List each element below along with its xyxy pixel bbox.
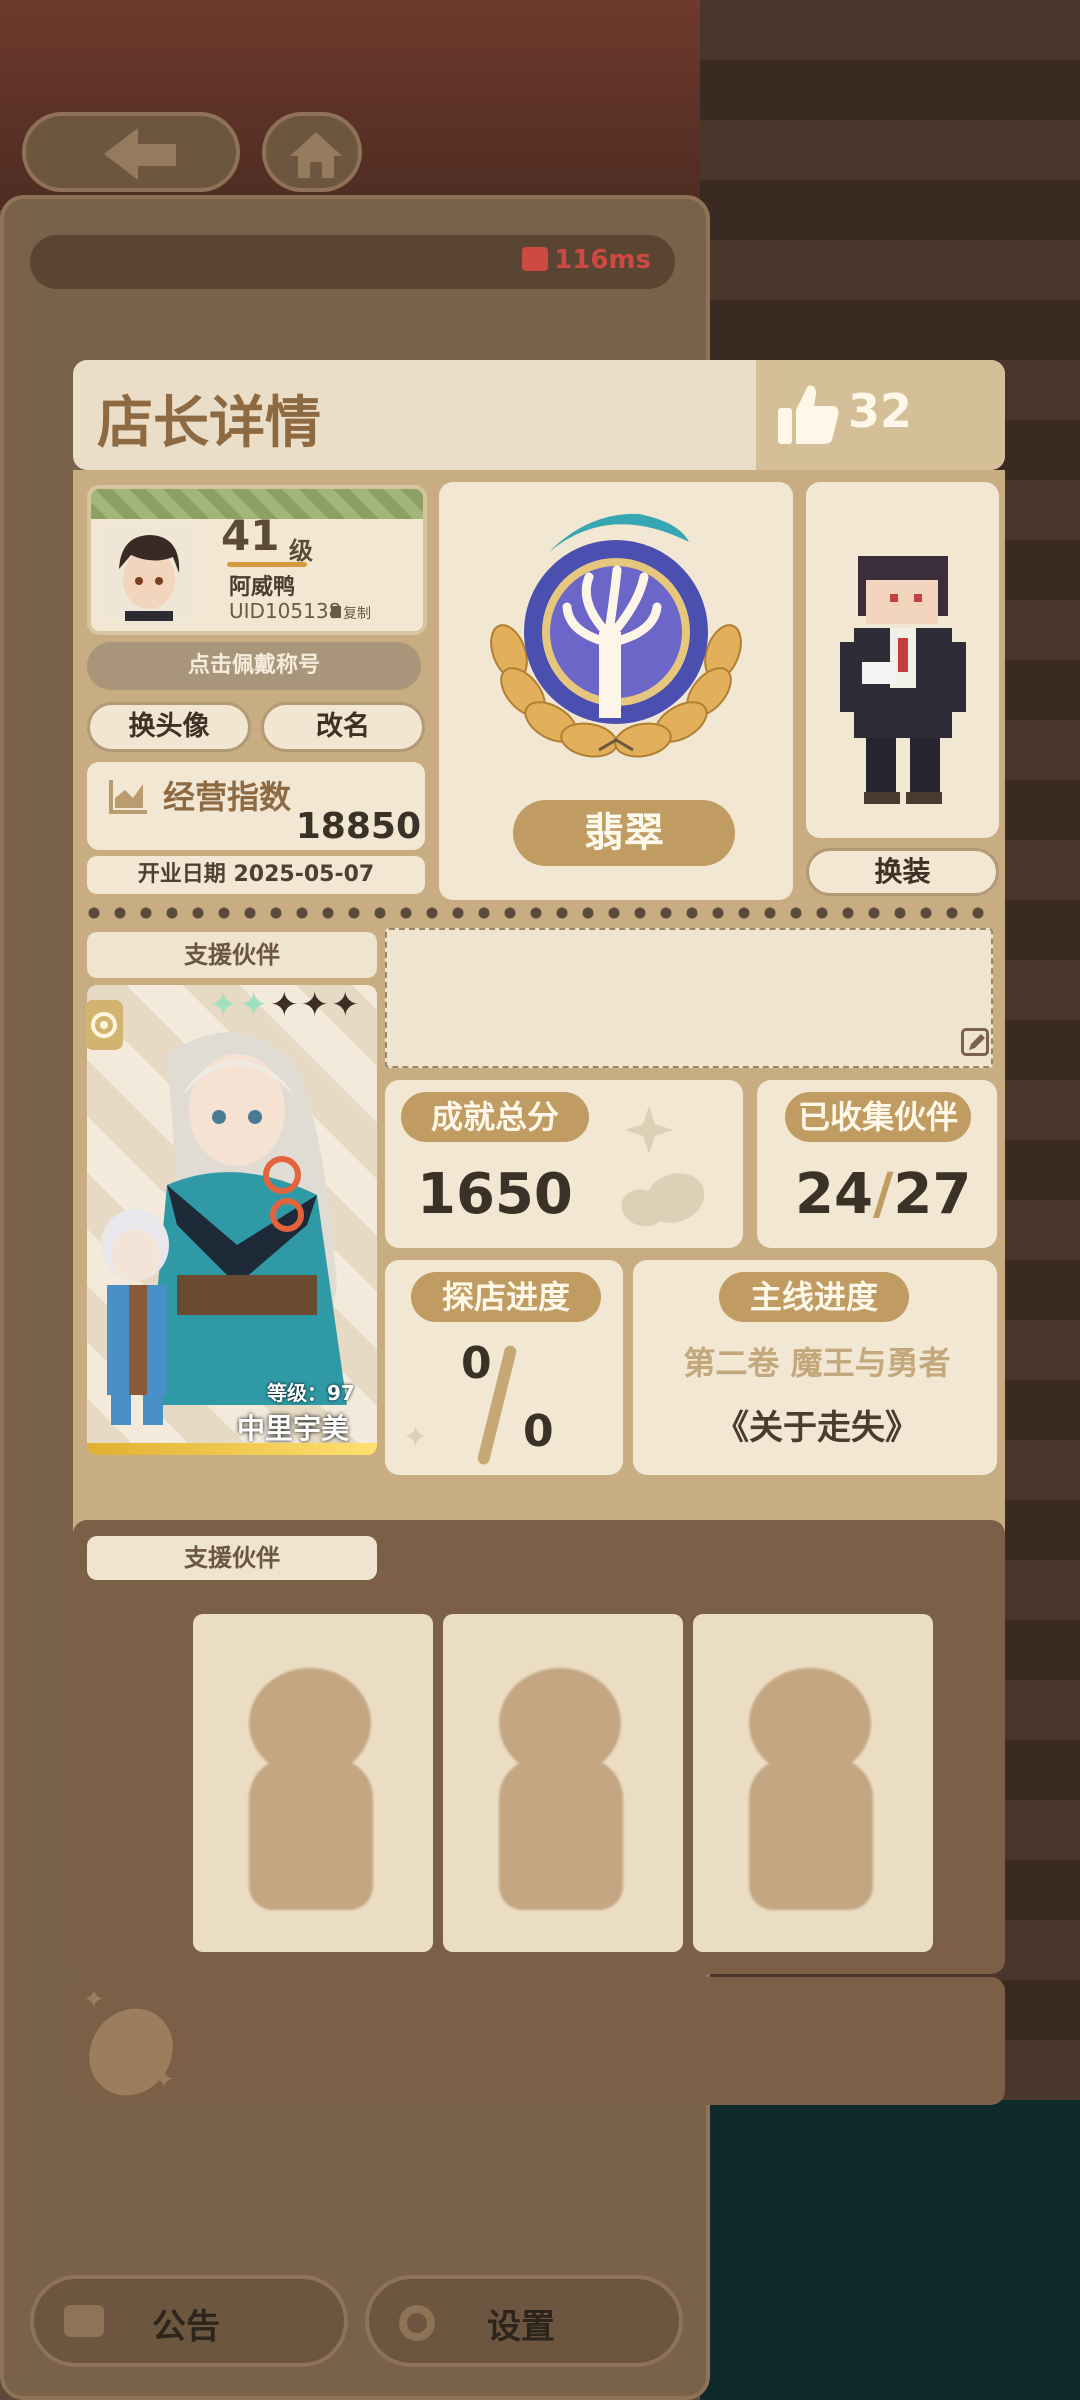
support-slots-section: 支援伙伴 [73,1520,1005,1974]
home-icon [290,132,342,178]
collected-count: 24 [795,1162,873,1227]
open-date: 开业日期 2025-05-07 [87,856,425,894]
explore-value: 0 [461,1338,492,1389]
latency-readout: 116ms [522,245,651,275]
partner-name: 中里宇美 [237,1412,350,1445]
decor-strip: ✦ ✦ [72,1977,1005,2112]
like-count: 32 [848,384,913,438]
open-date-value: 2025-05-07 [233,862,375,887]
star-rating: ✦✦✦✦✦ [209,985,362,1025]
open-date-label: 开业日期 [137,862,226,887]
signature-message-box[interactable] [385,928,993,1068]
coffee-beans-icon [621,1106,705,1227]
copy-label: 复制 [343,606,371,622]
element-icon [85,1000,123,1050]
manager-detail-dialog: 店长详情 32 41 级 阿威鸭 UID105138 复制 点击佩戴称号 换头像 [72,360,1005,2112]
gear-icon [399,2305,435,2341]
support-slots-tag: 支援伙伴 [87,1536,377,1580]
rename-button[interactable]: 改名 [261,702,425,752]
sparkle-icon: ✦ [153,2065,175,2095]
laurel-emblem-icon [490,513,742,758]
main-story-subtitle: 《关于走失》 [715,1408,919,1448]
collected-label: 已收集伙伴 [785,1092,971,1142]
back-button[interactable] [22,112,240,192]
back-arrow-icon [104,128,176,180]
empty-partner-slot[interactable] [193,1614,433,1952]
silhouette-body [249,1758,373,1910]
badge-name: 翡翠 [513,800,735,866]
silhouette-body [749,1758,873,1910]
collected-total: 27 [893,1162,972,1227]
briefcase-icon [64,2305,104,2337]
explore-progress-card[interactable]: 探店进度 0 0 ✦ [385,1260,623,1475]
equip-title-button[interactable]: 点击佩戴称号 [87,642,421,690]
settings-button[interactable]: 设置 [365,2275,683,2367]
level-underline [227,562,307,567]
latency-text: 116ms [554,245,651,275]
business-index-box: 经营指数 18850 [87,762,425,850]
main-story-progress-card[interactable]: 主线进度 第二卷 魔王与勇者 《关于走失》 [633,1260,997,1475]
collected-value: 24/27 [795,1162,971,1227]
support-partner-card[interactable]: 等级：97 中里宇美 [87,985,377,1455]
empty-partner-slot[interactable] [443,1614,683,1952]
signal-icon [522,247,549,271]
main-story-chapter: 第二卷 魔王与勇者 [683,1344,951,1382]
silhouette-body [499,1758,623,1910]
thumbs-up-icon [778,385,839,444]
level-unit: 级 [289,537,313,565]
empty-partner-slot[interactable] [693,1614,933,1952]
change-avatar-button[interactable]: 换头像 [87,702,251,752]
business-index-value: 18850 [295,806,421,847]
dotted-divider [81,906,997,920]
notice-button[interactable]: 公告 [30,2275,348,2367]
notice-label: 公告 [152,2307,220,2347]
network-status-bar: 116ms [30,235,675,289]
collected-divider: / [872,1162,894,1227]
avatar-portrait [119,535,180,621]
partner-rarity-bar [87,1443,377,1455]
copy-icon [331,606,341,618]
star-icon: ✦ [270,985,301,1025]
pixel-character-sprite [840,556,966,804]
player-level: 41 [221,511,280,560]
support-partner-tag: 支援伙伴 [87,932,377,978]
achievement-label: 成就总分 [401,1092,589,1142]
achievement-value: 1650 [417,1162,573,1227]
star-icon: ✦ [300,985,331,1025]
background-water [700,2100,1080,2400]
sparkle-icon: ✦ [403,1420,429,1455]
dialog-title: 店长详情 [97,391,321,456]
copy-uid-button[interactable]: 复制 [331,603,371,623]
achievement-score-card[interactable]: 成就总分 1650 [385,1080,743,1248]
edit-icon[interactable] [961,1028,989,1056]
star-icon: ✦ [239,985,270,1025]
star-icon: ✦ [209,985,240,1025]
change-outfit-button[interactable]: 换装 [806,848,999,896]
sparkle-icon: ✦ [83,1985,105,2015]
partner-level: 等级：97 [267,1381,355,1405]
chart-icon [109,780,147,814]
avatar[interactable] [101,521,197,621]
settings-label: 设置 [487,2307,555,2347]
star-icon: ✦ [331,985,362,1025]
home-button[interactable] [262,112,362,192]
like-counter[interactable]: 32 [756,360,1005,470]
player-name: 阿威鸭 [229,575,296,600]
profile-card: 41 级 阿威鸭 UID105138 复制 [87,485,427,635]
explore-total: 0 [523,1406,554,1457]
badge-card[interactable]: 翡翠 [439,482,793,900]
outfit-preview [806,482,999,838]
collected-partners-card[interactable]: 已收集伙伴 24/27 [757,1080,997,1248]
business-index-label: 经营指数 [163,778,292,816]
explore-label: 探店进度 [411,1272,601,1322]
player-uid: UID105138 [229,599,342,623]
main-story-label: 主线进度 [719,1272,909,1322]
